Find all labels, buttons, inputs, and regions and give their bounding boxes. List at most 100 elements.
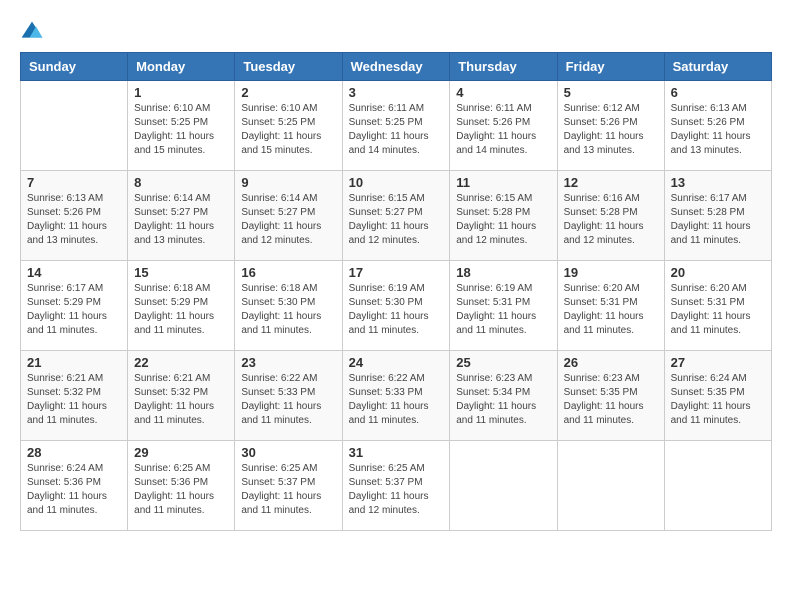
week-row-5: 28 Sunrise: 6:24 AMSunset: 5:36 PMDayligh… <box>21 441 772 531</box>
calendar-cell: 8 Sunrise: 6:14 AMSunset: 5:27 PMDaylight… <box>128 171 235 261</box>
day-info: Sunrise: 6:11 AMSunset: 5:25 PMDaylight:… <box>349 102 444 158</box>
day-info: Sunrise: 6:15 AMSunset: 5:27 PMDaylight:… <box>349 192 444 248</box>
day-number: 21 <box>27 355 121 370</box>
day-number: 19 <box>564 265 658 280</box>
day-info: Sunrise: 6:19 AMSunset: 5:30 PMDaylight:… <box>349 282 444 338</box>
day-number: 4 <box>456 85 550 100</box>
day-number: 14 <box>27 265 121 280</box>
calendar-cell <box>450 441 557 531</box>
day-number: 29 <box>134 445 228 460</box>
day-info: Sunrise: 6:20 AMSunset: 5:31 PMDaylight:… <box>671 282 765 338</box>
calendar-cell <box>21 81 128 171</box>
day-header-sunday: Sunday <box>21 53 128 81</box>
day-info: Sunrise: 6:18 AMSunset: 5:29 PMDaylight:… <box>134 282 228 338</box>
page-header <box>20 20 772 44</box>
calendar-cell: 19 Sunrise: 6:20 AMSunset: 5:31 PMDayligh… <box>557 261 664 351</box>
calendar-cell: 13Sunrise: 6:17 AMSunset: 5:28 PMDayligh… <box>664 171 771 261</box>
calendar-cell: 11 Sunrise: 6:15 AMSunset: 5:28 PMDayligh… <box>450 171 557 261</box>
day-number: 17 <box>349 265 444 280</box>
day-info: Sunrise: 6:21 AMSunset: 5:32 PMDaylight:… <box>134 372 228 428</box>
day-info: Sunrise: 6:25 AMSunset: 5:36 PMDaylight:… <box>134 462 228 518</box>
calendar-cell: 29 Sunrise: 6:25 AMSunset: 5:36 PMDayligh… <box>128 441 235 531</box>
week-row-3: 14 Sunrise: 6:17 AMSunset: 5:29 PMDayligh… <box>21 261 772 351</box>
day-info: Sunrise: 6:17 AMSunset: 5:28 PMDaylight:… <box>671 192 765 248</box>
day-info: Sunrise: 6:13 AMSunset: 5:26 PMDaylight:… <box>671 102 765 158</box>
calendar-cell: 4 Sunrise: 6:11 AMSunset: 5:26 PMDaylight… <box>450 81 557 171</box>
day-info: Sunrise: 6:16 AMSunset: 5:28 PMDaylight:… <box>564 192 658 248</box>
day-info: Sunrise: 6:24 AMSunset: 5:36 PMDaylight:… <box>27 462 121 518</box>
calendar-cell: 18 Sunrise: 6:19 AMSunset: 5:31 PMDayligh… <box>450 261 557 351</box>
day-info: Sunrise: 6:10 AMSunset: 5:25 PMDaylight:… <box>241 102 335 158</box>
day-info: Sunrise: 6:25 AMSunset: 5:37 PMDaylight:… <box>241 462 335 518</box>
day-info: Sunrise: 6:20 AMSunset: 5:31 PMDaylight:… <box>564 282 658 338</box>
day-number: 26 <box>564 355 658 370</box>
day-info: Sunrise: 6:10 AMSunset: 5:25 PMDaylight:… <box>134 102 228 158</box>
logo-icon <box>20 20 44 44</box>
calendar-cell: 5 Sunrise: 6:12 AMSunset: 5:26 PMDaylight… <box>557 81 664 171</box>
day-number: 10 <box>349 175 444 190</box>
day-number: 31 <box>349 445 444 460</box>
day-number: 8 <box>134 175 228 190</box>
calendar-cell: 7 Sunrise: 6:13 AMSunset: 5:26 PMDaylight… <box>21 171 128 261</box>
calendar-cell: 22 Sunrise: 6:21 AMSunset: 5:32 PMDayligh… <box>128 351 235 441</box>
calendar-cell: 25 Sunrise: 6:23 AMSunset: 5:34 PMDayligh… <box>450 351 557 441</box>
day-info: Sunrise: 6:22 AMSunset: 5:33 PMDaylight:… <box>349 372 444 428</box>
calendar-cell: 26 Sunrise: 6:23 AMSunset: 5:35 PMDayligh… <box>557 351 664 441</box>
day-header-monday: Monday <box>128 53 235 81</box>
day-header-tuesday: Tuesday <box>235 53 342 81</box>
day-info: Sunrise: 6:15 AMSunset: 5:28 PMDaylight:… <box>456 192 550 248</box>
day-header-saturday: Saturday <box>664 53 771 81</box>
calendar-cell: 30Sunrise: 6:25 AMSunset: 5:37 PMDayligh… <box>235 441 342 531</box>
day-number: 27 <box>671 355 765 370</box>
day-number: 22 <box>134 355 228 370</box>
day-info: Sunrise: 6:23 AMSunset: 5:35 PMDaylight:… <box>564 372 658 428</box>
day-info: Sunrise: 6:12 AMSunset: 5:26 PMDaylight:… <box>564 102 658 158</box>
calendar-cell: 16Sunrise: 6:18 AMSunset: 5:30 PMDayligh… <box>235 261 342 351</box>
calendar-cell: 6 Sunrise: 6:13 AMSunset: 5:26 PMDaylight… <box>664 81 771 171</box>
calendar-cell: 2 Sunrise: 6:10 AMSunset: 5:25 PMDaylight… <box>235 81 342 171</box>
logo <box>20 20 48 44</box>
calendar-header-row: SundayMondayTuesdayWednesdayThursdayFrid… <box>21 53 772 81</box>
day-info: Sunrise: 6:17 AMSunset: 5:29 PMDaylight:… <box>27 282 121 338</box>
calendar-cell: 14 Sunrise: 6:17 AMSunset: 5:29 PMDayligh… <box>21 261 128 351</box>
day-number: 16 <box>241 265 335 280</box>
day-number: 6 <box>671 85 765 100</box>
week-row-4: 21 Sunrise: 6:21 AMSunset: 5:32 PMDayligh… <box>21 351 772 441</box>
week-row-2: 7 Sunrise: 6:13 AMSunset: 5:26 PMDaylight… <box>21 171 772 261</box>
day-number: 11 <box>456 175 550 190</box>
calendar-cell: 15Sunrise: 6:18 AMSunset: 5:29 PMDayligh… <box>128 261 235 351</box>
week-row-1: 1Sunrise: 6:10 AMSunset: 5:25 PMDaylight… <box>21 81 772 171</box>
day-info: Sunrise: 6:21 AMSunset: 5:32 PMDaylight:… <box>27 372 121 428</box>
day-info: Sunrise: 6:19 AMSunset: 5:31 PMDaylight:… <box>456 282 550 338</box>
day-number: 5 <box>564 85 658 100</box>
day-number: 23 <box>241 355 335 370</box>
calendar-cell: 31 Sunrise: 6:25 AMSunset: 5:37 PMDayligh… <box>342 441 450 531</box>
day-info: Sunrise: 6:13 AMSunset: 5:26 PMDaylight:… <box>27 192 121 248</box>
day-number: 7 <box>27 175 121 190</box>
calendar-cell <box>557 441 664 531</box>
day-info: Sunrise: 6:14 AMSunset: 5:27 PMDaylight:… <box>134 192 228 248</box>
calendar-cell: 3 Sunrise: 6:11 AMSunset: 5:25 PMDaylight… <box>342 81 450 171</box>
calendar: SundayMondayTuesdayWednesdayThursdayFrid… <box>20 52 772 531</box>
calendar-cell: 20Sunrise: 6:20 AMSunset: 5:31 PMDayligh… <box>664 261 771 351</box>
day-header-friday: Friday <box>557 53 664 81</box>
day-info: Sunrise: 6:25 AMSunset: 5:37 PMDaylight:… <box>349 462 444 518</box>
day-header-wednesday: Wednesday <box>342 53 450 81</box>
day-info: Sunrise: 6:24 AMSunset: 5:35 PMDaylight:… <box>671 372 765 428</box>
calendar-cell <box>664 441 771 531</box>
day-number: 25 <box>456 355 550 370</box>
day-number: 9 <box>241 175 335 190</box>
day-number: 24 <box>349 355 444 370</box>
day-number: 2 <box>241 85 335 100</box>
calendar-cell: 10 Sunrise: 6:15 AMSunset: 5:27 PMDayligh… <box>342 171 450 261</box>
day-header-thursday: Thursday <box>450 53 557 81</box>
day-info: Sunrise: 6:22 AMSunset: 5:33 PMDaylight:… <box>241 372 335 428</box>
day-number: 28 <box>27 445 121 460</box>
day-info: Sunrise: 6:14 AMSunset: 5:27 PMDaylight:… <box>241 192 335 248</box>
day-info: Sunrise: 6:11 AMSunset: 5:26 PMDaylight:… <box>456 102 550 158</box>
calendar-cell: 21 Sunrise: 6:21 AMSunset: 5:32 PMDayligh… <box>21 351 128 441</box>
day-number: 3 <box>349 85 444 100</box>
day-info: Sunrise: 6:23 AMSunset: 5:34 PMDaylight:… <box>456 372 550 428</box>
calendar-cell: 28 Sunrise: 6:24 AMSunset: 5:36 PMDayligh… <box>21 441 128 531</box>
day-number: 18 <box>456 265 550 280</box>
